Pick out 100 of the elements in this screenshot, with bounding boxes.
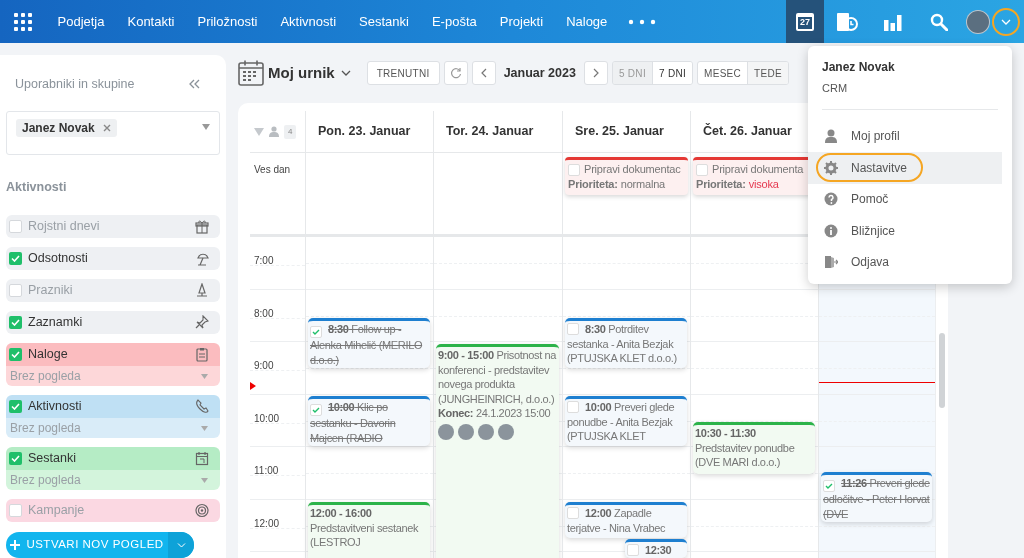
nav-link[interactable]: Podjetja <box>46 11 116 32</box>
apps-grid-icon[interactable] <box>14 12 32 31</box>
time-label: 9:00 <box>254 360 274 371</box>
nav-link[interactable]: Priložnosti <box>186 11 269 32</box>
nav-link[interactable]: E-pošta <box>420 11 488 32</box>
target-icon <box>195 503 209 519</box>
dropdown-triangle-icon <box>201 425 208 431</box>
menu-item[interactable]: Moj profil <box>816 121 916 151</box>
all-day-event[interactable]: Pripravi dokumentac Prioriteta: normalna <box>565 157 688 195</box>
event-text: 12:00 - 16:00 Predstavitveni sestanek (LESTROJ <box>310 506 420 550</box>
menu-item[interactable]: Odjava <box>816 247 906 277</box>
search-icon[interactable] <box>930 12 948 31</box>
period-label: Januar 2023 <box>502 64 577 82</box>
checkbox[interactable] <box>310 326 322 338</box>
calendar-filter-row[interactable]: Odsotnosti <box>6 247 220 271</box>
previous-button[interactable] <box>471 61 496 85</box>
nav-link[interactable]: Aktivnosti <box>269 11 348 32</box>
refresh-button[interactable] <box>443 61 468 85</box>
event-title: Pripravi dokumenta <box>712 162 804 177</box>
menu-item[interactable]: Nastavitve <box>816 153 924 183</box>
day-header: Čet. 26. Januar <box>703 122 792 141</box>
task-event[interactable]: 8:30 Follow up - Alenka Mihelič (MERILO d.o.o.) <box>308 318 430 368</box>
view-tab[interactable]: 7 DNI <box>651 62 693 84</box>
view-tab[interactable]: MESEC <box>698 62 748 84</box>
calendar-filter-row[interactable]: Naloge <box>6 343 220 367</box>
checkbox[interactable] <box>9 316 22 330</box>
task-event[interactable]: 12:30 <box>625 539 687 558</box>
clipboard-icon <box>195 347 209 363</box>
priority-value: normalna <box>620 177 666 192</box>
attendee-avatar <box>498 423 514 440</box>
dropdown-button[interactable] <box>168 532 194 558</box>
more-icon[interactable] <box>626 18 657 25</box>
calendar-filter-row[interactable]: Sestanki <box>6 447 220 471</box>
checkbox[interactable] <box>9 252 22 266</box>
today-button[interactable]: TRENUTNI <box>366 61 440 85</box>
event-title: Pripravi dokumentac <box>584 162 681 177</box>
calendar-filter-row[interactable]: Zaznamki <box>6 311 220 335</box>
bar-chart-icon[interactable] <box>883 12 903 31</box>
checkbox[interactable] <box>310 404 322 416</box>
chevron-right-icon <box>592 68 599 78</box>
meeting-event[interactable]: 10:30 - 11:30 Predstavitev ponudbe (DVE MARI d.o.o.) <box>693 422 815 474</box>
check-icon <box>11 255 20 263</box>
task-event[interactable]: 10:00 Preveri glede ponudbe - Anita Bezjak (PTUJSKA KLET <box>565 396 687 446</box>
checkbox[interactable] <box>627 544 639 556</box>
dropdown-triangle-icon <box>201 477 208 483</box>
calendar-icon <box>195 451 209 467</box>
checkbox[interactable] <box>9 284 22 298</box>
filter-label: Zaznamki <box>28 314 84 332</box>
calendar-button[interactable]: 27 <box>786 0 824 43</box>
dropdown-triangle-icon[interactable] <box>202 123 210 130</box>
event-text: 10:00 Klic po sestanku - Davorin Majcen (RADIO <box>310 400 397 445</box>
pin-icon <box>195 315 209 331</box>
user-role: CRM <box>821 81 849 96</box>
checkbox[interactable] <box>9 348 22 362</box>
collapse-icon[interactable] <box>188 79 200 90</box>
next-button[interactable] <box>583 61 608 85</box>
event-text: 10:30 - 11:30 Predstavitev ponudbe (DVE MARI d.o.o.) <box>695 426 796 470</box>
event-text: 8:30 Potrditev sestanka - Anita Bezjak (PTUJSKA KLET d.o.o.) <box>567 322 678 366</box>
checkbox[interactable] <box>567 401 579 413</box>
umbrella-icon <box>195 251 209 267</box>
priority-value: visoka <box>748 177 779 192</box>
checkbox[interactable] <box>567 323 579 335</box>
checkbox[interactable] <box>9 504 22 518</box>
menu-item[interactable]: Pomoč <box>816 184 905 214</box>
checkbox[interactable] <box>9 220 22 234</box>
close-icon[interactable] <box>102 123 111 132</box>
chip-label: Janez Novak <box>22 119 95 137</box>
checkbox[interactable] <box>568 163 580 176</box>
nav-link[interactable]: Sestanki <box>348 11 420 32</box>
nav-link[interactable]: Projekti <box>488 11 555 32</box>
user-menu-button[interactable] <box>992 7 1020 36</box>
checkbox[interactable] <box>567 507 579 519</box>
event-text: 10:00 Preveri glede ponudbe - Anita Bezjak (PTUJSKA KLET <box>567 400 676 444</box>
chevron-down-icon <box>340 70 351 76</box>
scrollbar-thumb[interactable] <box>939 333 945 408</box>
calendar-filter-row[interactable]: Aktivnosti <box>6 395 220 419</box>
calendar-icon <box>238 60 264 86</box>
task-event[interactable]: 10:00 Klic po sestanku - Davorin Majcen (RADIO <box>308 396 430 446</box>
meeting-event[interactable]: 9:00 - 15:00 Prisotnost na konferenci - predstavitev novega produkta (JUNGHEINRICH, d.o.o.) Konec: 24.1.2023 15:00 <box>436 344 559 558</box>
person-icon[interactable] <box>269 126 279 137</box>
nav-link[interactable]: Kontakti <box>116 11 186 32</box>
checkbox[interactable] <box>823 480 835 492</box>
calendar-clock-icon[interactable] <box>836 11 858 32</box>
avatar-image[interactable] <box>966 9 990 34</box>
calendar-title-dropdown[interactable]: Moj urnik <box>268 61 351 85</box>
task-event[interactable]: 8:30 Potrditev sestanka - Anita Bezjak (PTUJSKA KLET d.o.o.) <box>565 318 687 368</box>
menu-item[interactable]: Bližnjice <box>816 216 911 246</box>
meeting-event[interactable]: 12:00 - 16:00 Predstavitveni sestanek (LESTROJ <box>308 502 430 558</box>
filter-icon[interactable] <box>254 127 264 136</box>
checkbox[interactable] <box>696 163 708 176</box>
nav-link[interactable]: Naloge <box>555 11 619 32</box>
checkbox[interactable] <box>9 400 22 414</box>
time-label: 11:00 <box>254 465 279 476</box>
attendee-avatar <box>438 423 454 440</box>
user-select-field[interactable]: Janez Novak <box>6 110 220 156</box>
phone-icon <box>195 399 209 415</box>
priority-label: Prioriteta: <box>568 177 618 192</box>
view-tab[interactable]: TEDE <box>747 62 788 84</box>
checkbox[interactable] <box>9 452 22 466</box>
task-event[interactable]: 12:00 Zapadle terjatve - Nina Vrabec <box>565 502 687 538</box>
